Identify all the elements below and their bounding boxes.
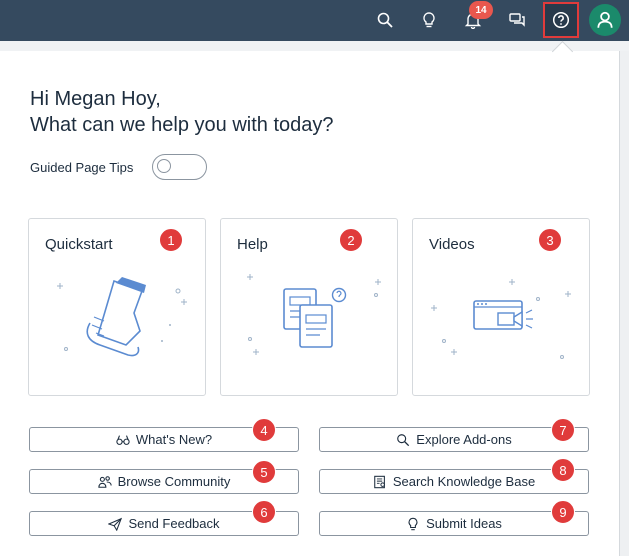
- lightbulb-icon: [408, 517, 418, 530]
- chat-button[interactable]: [502, 5, 532, 35]
- glasses-icon: [116, 434, 130, 445]
- search-knowledge-base-button[interactable]: Search Knowledge Base: [319, 469, 589, 494]
- card-title-help: Help: [237, 236, 268, 253]
- people-icon: [97, 475, 112, 488]
- help-card[interactable]: Help 2: [220, 218, 398, 396]
- card-title-quickstart: Quickstart: [45, 236, 113, 253]
- step-badge-3: 3: [538, 228, 562, 252]
- notification-count-badge: 14: [469, 1, 493, 19]
- submit-ideas-label: Submit Ideas: [426, 516, 502, 531]
- greeting-question: What can we help you with today?: [30, 114, 334, 136]
- lightbulb-icon: [423, 12, 435, 28]
- search-knowledge-base-label: Search Knowledge Base: [392, 474, 536, 489]
- help-button[interactable]: [543, 2, 579, 38]
- step-badge-4: 4: [252, 418, 276, 442]
- search-icon: [377, 12, 393, 28]
- paper-plane-icon: [108, 517, 123, 531]
- greeting: Hi Megan Hoy, What can we help you with …: [30, 86, 334, 138]
- greeting-name: Hi Megan Hoy,: [30, 88, 161, 110]
- submit-ideas-button[interactable]: Submit Ideas: [319, 511, 589, 536]
- shoe-illustration-icon: [57, 277, 187, 357]
- explore-addons-button[interactable]: Explore Add-ons: [319, 427, 589, 452]
- step-badge-7: 7: [551, 418, 575, 442]
- step-badge-9: 9: [551, 500, 575, 524]
- step-badge-6: 6: [252, 500, 276, 524]
- step-badge-1: 1: [159, 228, 183, 252]
- browse-community-label: Browse Community: [117, 474, 231, 489]
- help-icon: [552, 11, 570, 29]
- switch-knob: [157, 159, 171, 173]
- guided-tips-label: Guided Page Tips: [30, 160, 134, 175]
- step-badge-2: 2: [339, 228, 363, 252]
- step-badge-8: 8: [551, 458, 575, 482]
- documents-illustration-icon: [247, 274, 381, 355]
- step-badge-5: 5: [252, 460, 276, 484]
- user-icon: [597, 11, 613, 28]
- chat-icon: [509, 13, 525, 27]
- guided-tips-switch[interactable]: [152, 154, 207, 180]
- whats-new-label: What's New?: [135, 432, 213, 447]
- avatar[interactable]: [589, 4, 621, 36]
- videos-card[interactable]: Videos 3: [412, 218, 590, 396]
- knowledge-base-icon: [374, 475, 385, 488]
- search-button[interactable]: [370, 5, 400, 35]
- explore-addons-label: Explore Add-ons: [416, 432, 512, 447]
- card-title-videos: Videos: [429, 236, 475, 253]
- scrollbar[interactable]: [620, 51, 629, 556]
- quickstart-card[interactable]: Quickstart 1: [28, 218, 206, 396]
- video-camera-illustration-icon: [431, 279, 571, 359]
- send-feedback-label: Send Feedback: [128, 516, 220, 531]
- ideas-button[interactable]: [414, 5, 444, 35]
- shell-bar: 14: [0, 0, 629, 41]
- search-icon: [397, 433, 410, 446]
